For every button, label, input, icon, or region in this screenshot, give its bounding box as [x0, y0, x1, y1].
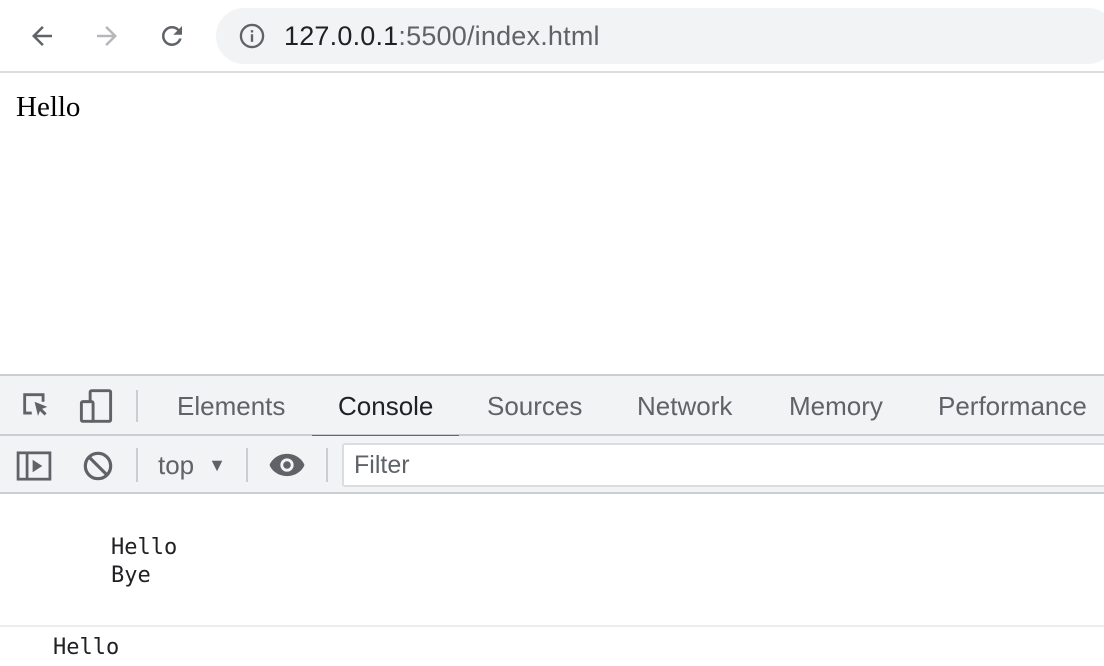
reload-icon: [161, 25, 182, 46]
tab-memory[interactable]: Memory: [763, 376, 909, 436]
toolbar-divider: [246, 448, 248, 482]
toolbar-divider: [326, 448, 328, 482]
address-bar[interactable]: 127.0.0.1:5500/index.html: [216, 8, 1104, 64]
tab-console[interactable]: Console: [312, 376, 460, 438]
reload-button[interactable]: [152, 16, 192, 56]
dropdown-triangle-icon: ▼: [208, 454, 226, 475]
tab-elements[interactable]: Elements: [151, 376, 311, 436]
sidebar-toggle-icon: [16, 451, 52, 481]
console-toolbar: top ▼: [0, 436, 1104, 494]
toolbar-divider: [136, 448, 138, 482]
console-message: Hello Bye: [0, 496, 1104, 627]
tab-network[interactable]: Network: [611, 376, 758, 436]
console-line: Bye: [111, 563, 151, 588]
show-sidebar-button[interactable]: [14, 446, 54, 486]
url-path: :5500/index.html: [398, 21, 600, 51]
browser-toolbar: 127.0.0.1:5500/index.html: [0, 0, 1104, 73]
context-value: top: [158, 449, 195, 480]
tab-performance[interactable]: Performance: [912, 376, 1104, 436]
url-text: 127.0.0.1:5500/index.html: [284, 22, 600, 50]
console-line: Hello: [111, 535, 178, 560]
info-icon[interactable]: [238, 22, 266, 50]
context-selector[interactable]: top ▼: [148, 436, 240, 494]
device-toggle-icon: [79, 389, 113, 423]
device-toolbar-button[interactable]: [74, 386, 118, 426]
forward-arrow-icon: [97, 26, 117, 46]
inspect-element-button[interactable]: [16, 386, 56, 426]
forward-button[interactable]: [87, 16, 127, 56]
inspect-cursor-icon: [23, 393, 48, 416]
clear-console-icon: [83, 451, 113, 481]
eye-icon: [269, 453, 305, 477]
toolbar-divider: [136, 390, 138, 422]
filter-input[interactable]: [342, 443, 1104, 487]
url-host: 127.0.0.1: [284, 21, 399, 51]
back-button[interactable]: [22, 16, 62, 56]
tab-sources[interactable]: Sources: [461, 376, 608, 436]
back-arrow-icon: [32, 26, 52, 46]
console-message: Hello: [0, 627, 1104, 666]
console-line: Hello: [53, 635, 120, 660]
devtools-tabbar: Elements Console Sources Network Memory …: [0, 376, 1104, 438]
console-output: Hello Bye Hello: [0, 496, 1104, 666]
devtools-panel: Elements Console Sources Network Memory …: [0, 374, 1104, 666]
page-viewport: Hello: [0, 75, 1104, 375]
page-hello-text: Hello: [16, 91, 81, 123]
live-expression-button[interactable]: [264, 445, 310, 485]
clear-console-button[interactable]: [78, 446, 118, 486]
